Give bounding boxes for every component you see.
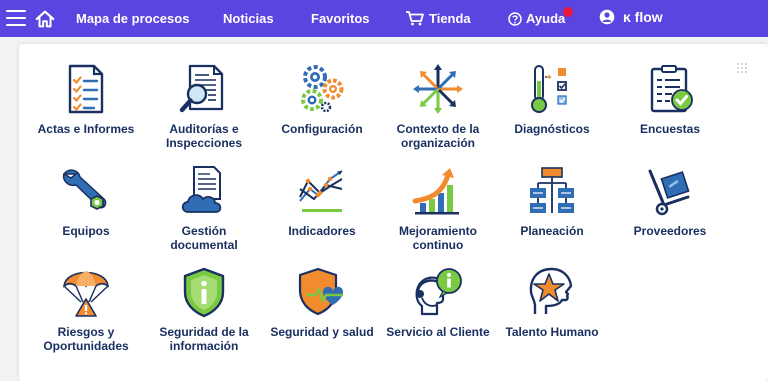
nav-noticias[interactable]: Noticias <box>223 11 274 26</box>
top-navbar: Mapa de procesos Noticias Favoritos Tien… <box>0 0 768 37</box>
module-riesgos-oportunidades[interactable]: Riesgos y Oportunidades <box>34 266 138 358</box>
thermometer-checklist-icon <box>531 65 567 113</box>
module-seguridad-informacion[interactable]: Seguridad de la información <box>152 266 256 358</box>
module-auditorias[interactable]: Auditorías e Inspecciones <box>152 63 256 155</box>
home-icon[interactable] <box>34 8 56 30</box>
nav-tienda-label: Tienda <box>429 11 471 26</box>
module-label: Contexto de la organización <box>396 122 480 150</box>
module-actas-informes[interactable]: Actas e Informes <box>34 63 138 155</box>
module-servicio-cliente[interactable]: Servicio al Cliente <box>386 266 490 358</box>
cart-icon <box>406 10 424 25</box>
help-circle-icon <box>508 11 522 26</box>
module-label: Actas e Informes <box>37 122 135 136</box>
module-planeacion[interactable]: Planeación <box>500 165 604 257</box>
module-configuracion[interactable]: Configuración <box>270 63 374 155</box>
module-equipos[interactable]: Equipos <box>34 165 138 257</box>
module-diagnosticos[interactable]: Diagnósticos <box>500 63 604 155</box>
nav-tienda[interactable]: Tienda <box>405 10 471 26</box>
module-label: Proveedores <box>633 224 707 238</box>
head-headset-icon <box>415 268 462 316</box>
shield-info-icon <box>183 267 225 318</box>
brand-name: ĸ flow <box>623 9 663 25</box>
nav-ayuda-label: Ayuda <box>526 11 566 26</box>
module-indicadores[interactable]: Indicadores <box>270 165 374 257</box>
module-label: Equipos <box>62 224 110 238</box>
drag-grid-icon[interactable] <box>736 62 748 74</box>
user-group-icon <box>599 9 615 25</box>
shield-heartbeat-icon <box>298 267 343 316</box>
module-label: Auditorías e Inspecciones <box>165 122 243 150</box>
wrench-icon <box>62 169 107 210</box>
nav-ayuda[interactable]: Ayuda <box>508 11 565 26</box>
arrows-compass-icon <box>413 64 463 114</box>
org-chart-icon <box>530 167 574 213</box>
parachute-warning-icon <box>62 271 110 317</box>
document-cloud-icon <box>181 166 222 213</box>
head-star-icon <box>529 267 573 314</box>
module-label: Configuración <box>281 122 363 136</box>
trend-lines-icon <box>299 170 343 212</box>
module-label: Encuestas <box>639 122 701 136</box>
module-label: Seguridad y salud <box>270 325 374 339</box>
module-label: Riesgos y Oportunidades <box>43 325 129 353</box>
module-contexto-organizacion[interactable]: Contexto de la organización <box>386 63 490 155</box>
module-gestion-documental[interactable]: Gestión documental <box>152 165 256 257</box>
module-label: Servicio al Cliente <box>386 325 490 339</box>
module-mejoramiento-continuo[interactable]: Mejoramiento continuo <box>386 165 490 257</box>
nav-mapa-procesos[interactable]: Mapa de procesos <box>76 11 189 26</box>
module-label: Gestión documental <box>170 224 238 252</box>
module-label: Indicadores <box>288 224 356 238</box>
module-proveedores[interactable]: Proveedores <box>618 165 722 257</box>
notification-badge <box>563 7 573 17</box>
module-label: Diagnósticos <box>514 122 590 136</box>
hand-truck-icon <box>648 169 690 216</box>
module-label: Talento Humano <box>505 325 599 339</box>
module-label: Mejoramiento continuo <box>398 224 477 252</box>
gears-icon <box>301 65 344 113</box>
module-talento-humano[interactable]: Talento Humano <box>500 266 604 358</box>
module-seguridad-salud[interactable]: Seguridad y salud <box>270 266 374 358</box>
module-label: Seguridad de la información <box>159 325 249 353</box>
magnifier-document-icon <box>179 64 224 113</box>
clipboard-check-icon <box>650 65 693 113</box>
module-encuestas[interactable]: Encuestas <box>618 63 722 155</box>
hamburger-icon[interactable] <box>6 10 26 26</box>
nav-favoritos[interactable]: Favoritos <box>311 11 370 26</box>
module-label: Planeación <box>520 224 584 238</box>
brand-logo[interactable]: ĸ flow <box>599 9 663 25</box>
checklist-document-icon <box>68 64 104 114</box>
growth-bars-icon <box>412 168 459 215</box>
